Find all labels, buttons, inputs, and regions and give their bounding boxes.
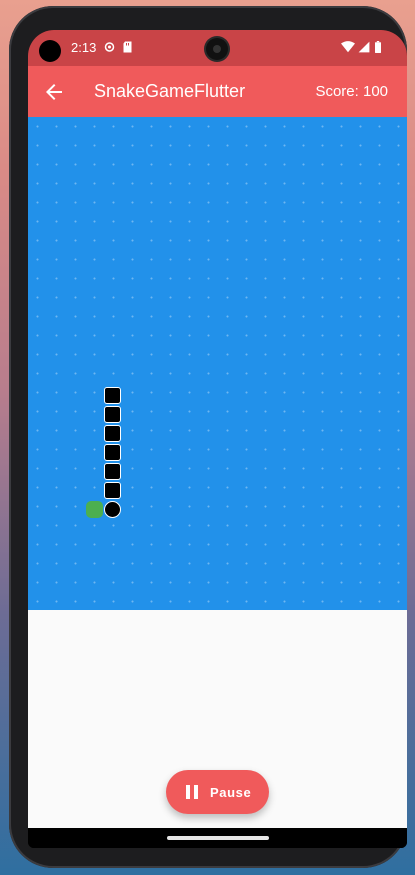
- snake-segment: [104, 425, 121, 442]
- snake-segment: [104, 463, 121, 480]
- pause-button[interactable]: Pause: [166, 770, 269, 814]
- arrow-back-icon[interactable]: [42, 80, 66, 104]
- food-item: [86, 501, 103, 518]
- game-board[interactable]: [28, 117, 407, 610]
- wifi-icon: [341, 41, 355, 53]
- snake-segment: [104, 482, 121, 499]
- sd-card-icon: [123, 41, 132, 53]
- score-label: Score: 100: [315, 83, 388, 100]
- snake-segment: [104, 406, 121, 423]
- settings-icon: [104, 42, 115, 52]
- snake-head: [104, 501, 121, 518]
- battery-icon: [375, 41, 381, 53]
- status-time: 2:13: [71, 40, 97, 55]
- pause-button-label: Pause: [210, 785, 252, 800]
- device-screen: 2:13 SnakeGameFlutter Score: 100 Pause: [28, 30, 407, 848]
- page-title: SnakeGameFlutter: [94, 81, 246, 101]
- app-bar: SnakeGameFlutter Score: 100: [28, 66, 407, 117]
- pause-icon: [186, 785, 198, 799]
- camera-cutout: [39, 40, 61, 62]
- status-bar: 2:13: [28, 30, 407, 66]
- front-camera: [206, 38, 228, 60]
- controls-area: Pause: [28, 610, 407, 828]
- system-nav-bar: [28, 828, 407, 848]
- signal-icon: [358, 41, 370, 53]
- home-indicator[interactable]: [167, 836, 269, 840]
- snake-segment: [104, 387, 121, 404]
- phone-frame: 2:13 SnakeGameFlutter Score: 100 Pause: [9, 6, 407, 868]
- snake-segment: [104, 444, 121, 461]
